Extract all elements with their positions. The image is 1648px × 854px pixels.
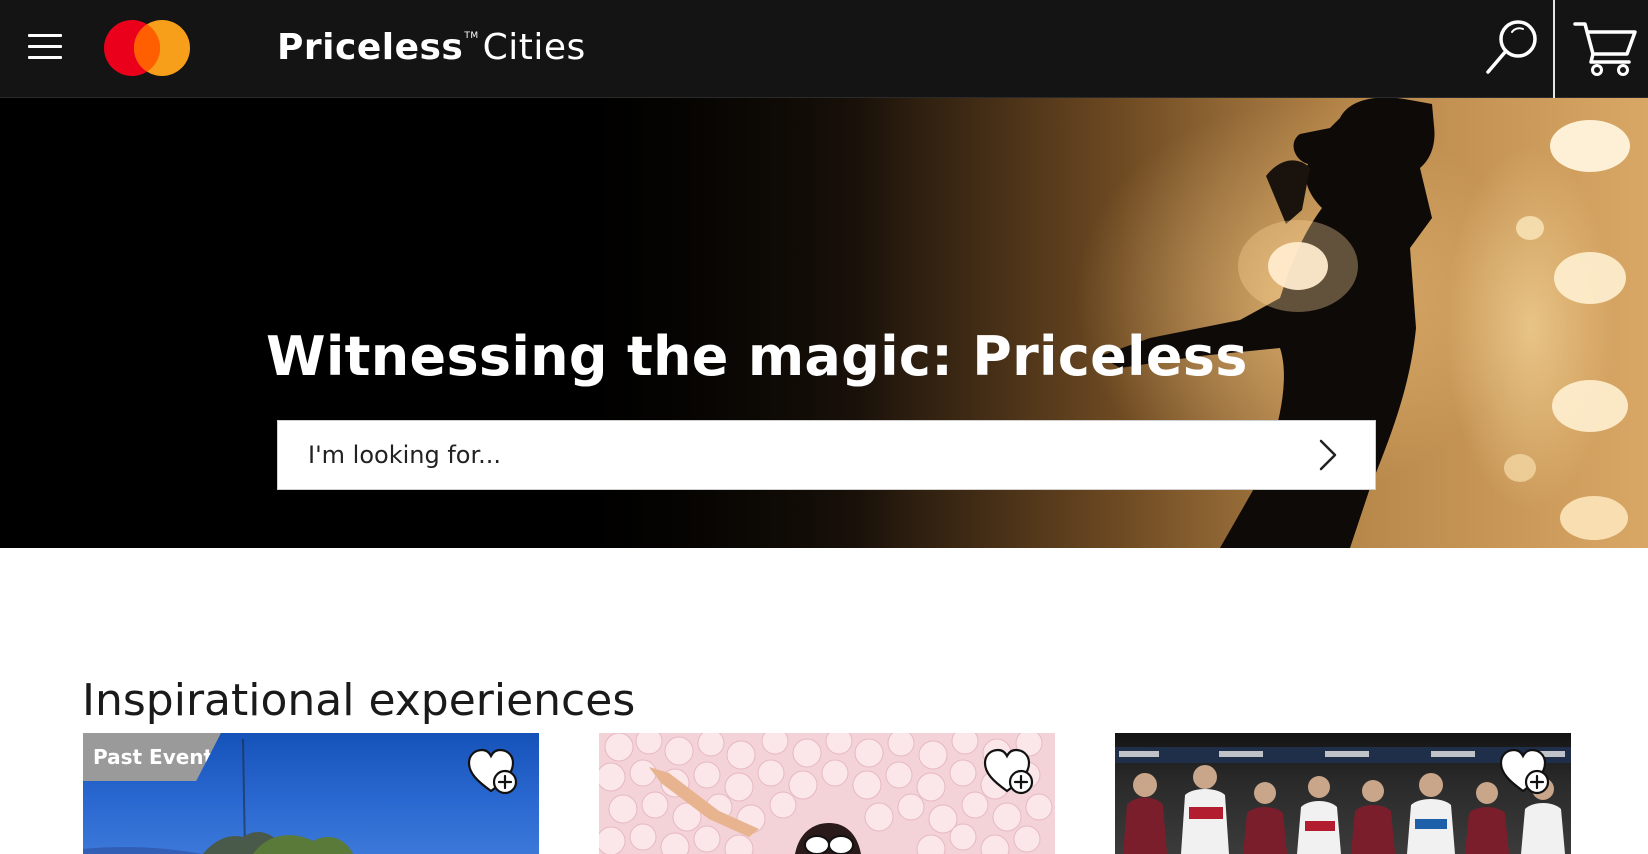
experience-search-bar [277,420,1376,490]
hero-title: Witnessing the magic: Priceless [266,325,1248,389]
past-event-label: Past Event [93,745,214,769]
heart-plus-icon[interactable] [983,747,1037,797]
brand-name: Priceless [277,27,464,68]
experience-card[interactable] [599,733,1055,854]
site-brand[interactable]: PricelessTM Cities [277,26,586,70]
hero-banner: Witnessing the magic: Priceless [0,98,1648,548]
menu-icon[interactable] [24,28,68,68]
brand-subtitle: Cities [482,27,586,68]
experience-search-input[interactable] [278,421,1258,489]
heart-plus-icon[interactable] [467,747,521,797]
heart-plus-icon[interactable] [1499,747,1553,797]
search-icon[interactable] [1476,14,1546,84]
menu-icon-line [28,45,62,48]
top-navigation-bar: PricelessTM Cities [0,0,1648,98]
trademark-mark: TM [464,31,479,41]
nav-divider [1553,0,1555,98]
experience-card[interactable] [1115,733,1571,854]
menu-icon-line [28,56,62,59]
section-title: Inspirational experiences [82,674,636,726]
experience-card[interactable]: Past Event [83,733,539,854]
cart-icon[interactable] [1571,16,1641,80]
menu-icon-line [28,34,62,37]
chevron-right-icon[interactable] [1307,435,1347,475]
mastercard-logo[interactable] [102,18,198,78]
